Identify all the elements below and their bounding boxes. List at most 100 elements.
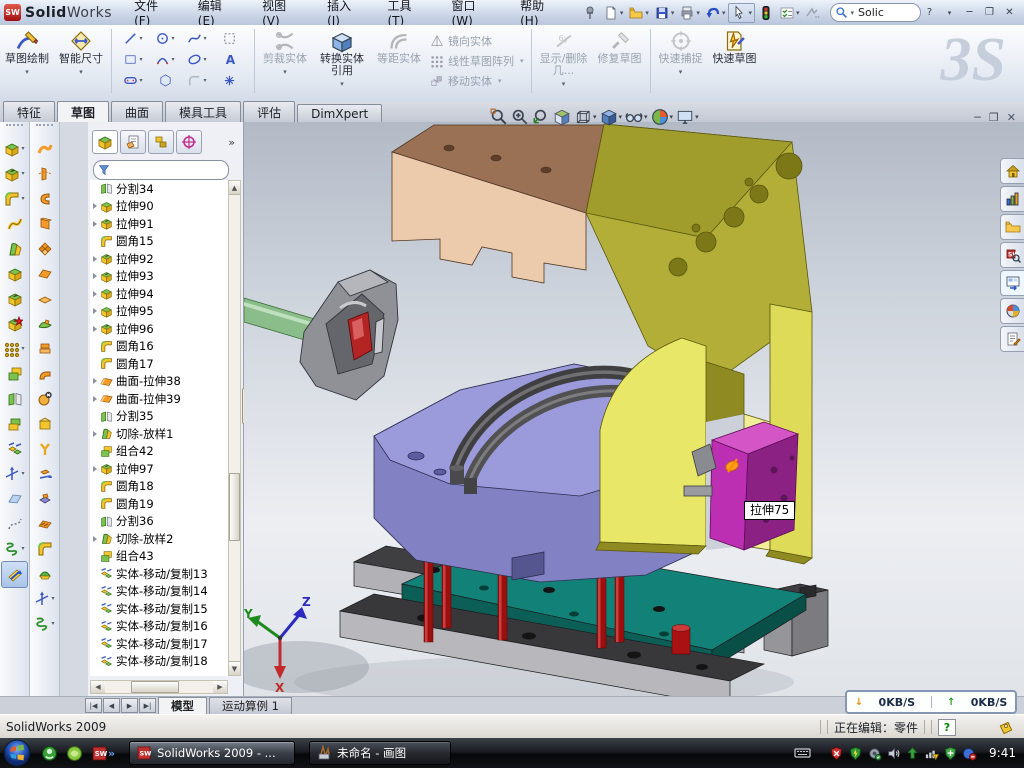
hide-show-icon[interactable]: ▾ xyxy=(625,108,648,126)
plane-icon[interactable] xyxy=(0,486,29,511)
smart-dimension-button[interactable]: 智能尺寸▾ xyxy=(54,27,108,99)
tree-item[interactable]: 圆角17 xyxy=(90,355,228,373)
rapid-sketch-button[interactable]: 快速草图 xyxy=(708,27,762,99)
expand-arrow-icon[interactable] xyxy=(93,291,97,297)
scroll-right-icon[interactable]: ▶ xyxy=(213,681,227,693)
close-button[interactable]: ✕ xyxy=(1001,5,1018,20)
ellipse-icon[interactable]: ▾ xyxy=(181,49,213,70)
next-tab-icon[interactable]: ▶ xyxy=(121,698,138,713)
tray-shield-green-icon[interactable] xyxy=(848,746,863,761)
boss-icon[interactable] xyxy=(0,261,29,286)
surf-delete-icon[interactable] xyxy=(30,386,59,411)
split-icon[interactable] xyxy=(0,386,29,411)
panel-expand-chevron[interactable]: » xyxy=(228,136,241,149)
expand-arrow-icon[interactable] xyxy=(93,536,97,542)
ref-geometry-icon[interactable]: ▾ xyxy=(30,586,59,611)
rectangle-icon[interactable]: ▾ xyxy=(117,49,149,70)
tree-item[interactable]: 实体-移动/复制13 xyxy=(90,565,228,583)
point-icon[interactable] xyxy=(213,70,245,91)
surf-sweep-icon[interactable] xyxy=(30,136,59,161)
tab-propertymanager[interactable] xyxy=(120,130,146,154)
expand-arrow-icon[interactable] xyxy=(93,466,97,472)
pattern-icon[interactable]: ▾ xyxy=(0,336,29,361)
cut-icon[interactable] xyxy=(0,286,29,311)
appearances-icon[interactable] xyxy=(1000,298,1024,324)
swept-icon[interactable] xyxy=(0,211,29,236)
zoom-area-icon[interactable] xyxy=(511,108,529,126)
tray-network-warning-icon[interactable]: ! xyxy=(924,746,939,761)
combine2-icon[interactable] xyxy=(0,411,29,436)
options-icon[interactable]: ▾ xyxy=(777,4,802,22)
tree-item[interactable]: 实体-移动/复制16 xyxy=(90,618,228,636)
display-delete-relations-button[interactable]: 6y 显示/删除几...▾ xyxy=(535,27,593,99)
expand-arrow-icon[interactable] xyxy=(93,431,97,437)
arc-icon[interactable]: ▾ xyxy=(149,49,181,70)
surf-map-icon[interactable] xyxy=(30,511,59,536)
taskbar-task[interactable]: 未命名 - 画图 xyxy=(309,741,451,765)
tree-filter-box[interactable] xyxy=(93,160,229,180)
taskbar-clock[interactable]: 9:41 xyxy=(981,746,1016,760)
sw-search-icon[interactable]: SW xyxy=(1000,242,1024,268)
sketch-fillet-icon[interactable]: ▾ xyxy=(181,70,213,91)
sketch-button[interactable]: 草图绘制▾ xyxy=(0,27,54,99)
instant3d-icon[interactable] xyxy=(1,561,28,588)
doc-close-button[interactable]: ✕ xyxy=(1007,111,1016,124)
expand-arrow-icon[interactable] xyxy=(93,378,97,384)
surf-extrude-icon[interactable] xyxy=(30,211,59,236)
curve-icon[interactable] xyxy=(0,511,29,536)
tree-item[interactable]: 拉伸97 xyxy=(90,460,228,478)
scrollbar-thumb[interactable] xyxy=(229,473,240,541)
tree-item[interactable]: 拉伸94 xyxy=(90,285,228,303)
tree-item[interactable]: 分割35 xyxy=(90,408,228,426)
extruded-boss-icon[interactable]: ▾ xyxy=(0,136,29,161)
language-bar-keyboard-icon[interactable] xyxy=(794,746,811,760)
tree-item[interactable]: 曲面-拉伸39 xyxy=(90,390,228,408)
surf-flat-icon[interactable] xyxy=(30,286,59,311)
scroll-down-icon[interactable]: ▼ xyxy=(229,661,240,675)
ribbon-tab-草图[interactable]: 草图 xyxy=(57,101,109,123)
doc-tab-运动算例 1[interactable]: 运动算例 1 xyxy=(209,697,292,714)
circle-icon[interactable]: ▾ xyxy=(149,28,181,49)
tree-item[interactable]: 圆角18 xyxy=(90,478,228,496)
ql-solidworks-icon[interactable]: SW xyxy=(91,745,108,762)
tab-configurationmanager[interactable] xyxy=(148,130,174,154)
tree-item[interactable]: 实体-移动/复制14 xyxy=(90,583,228,601)
select-icon[interactable]: ▾ xyxy=(728,3,755,23)
tab-featuremanager-tree[interactable] xyxy=(92,130,118,154)
zoom-prev-icon[interactable] xyxy=(532,108,550,126)
offset-entities-button[interactable]: 等距实体 xyxy=(372,27,426,99)
surf-pin-icon[interactable] xyxy=(30,486,59,511)
open-file-icon[interactable]: ▾ xyxy=(626,4,651,22)
doc-minimize-button[interactable]: ─ xyxy=(974,111,981,124)
restore-button[interactable]: ❐ xyxy=(981,5,998,20)
tree-item[interactable]: 曲面-拉伸38 xyxy=(90,373,228,391)
tree-item[interactable]: 组合43 xyxy=(90,548,228,566)
tree-item[interactable]: 拉伸90 xyxy=(90,198,228,216)
help-chevron-icon[interactable]: ▾ xyxy=(941,5,958,20)
text-icon[interactable]: A xyxy=(213,49,245,70)
lofted-icon[interactable] xyxy=(0,236,29,261)
marquee-icon[interactable] xyxy=(213,28,245,49)
search-box[interactable]: ▾ xyxy=(830,3,921,22)
doc-tab-模型[interactable]: 模型 xyxy=(158,697,207,714)
custom-properties-icon[interactable] xyxy=(1000,326,1024,352)
surf-fillet-icon[interactable] xyxy=(30,536,59,561)
tree-item[interactable]: 实体-移动/复制15 xyxy=(90,600,228,618)
convert-entities-button[interactable]: 转换实体引用▾ xyxy=(312,27,372,99)
new-file-icon[interactable]: ▾ xyxy=(601,4,626,22)
repair-sketch-button[interactable]: 修复草图 xyxy=(593,27,647,99)
quick-snaps-button[interactable]: 快速捕捉▾ xyxy=(654,27,708,99)
ql-messenger-icon[interactable] xyxy=(41,745,58,762)
mirror-entities-button[interactable]: 镜向实体 xyxy=(430,32,524,50)
expand-arrow-icon[interactable] xyxy=(93,273,97,279)
search-input[interactable] xyxy=(856,5,912,20)
tree-horizontal-scrollbar[interactable]: ◀ ▶ xyxy=(90,680,228,694)
tree-item[interactable]: 组合42 xyxy=(90,443,228,461)
start-button[interactable] xyxy=(3,739,31,767)
expand-arrow-icon[interactable] xyxy=(93,203,97,209)
scroll-left-icon[interactable]: ◀ xyxy=(91,681,105,693)
surf-revolve-icon[interactable] xyxy=(30,161,59,186)
last-tab-icon[interactable]: ▶| xyxy=(139,698,156,713)
line-icon[interactable]: ▾ xyxy=(117,28,149,49)
tag-icon[interactable] xyxy=(998,719,1014,735)
